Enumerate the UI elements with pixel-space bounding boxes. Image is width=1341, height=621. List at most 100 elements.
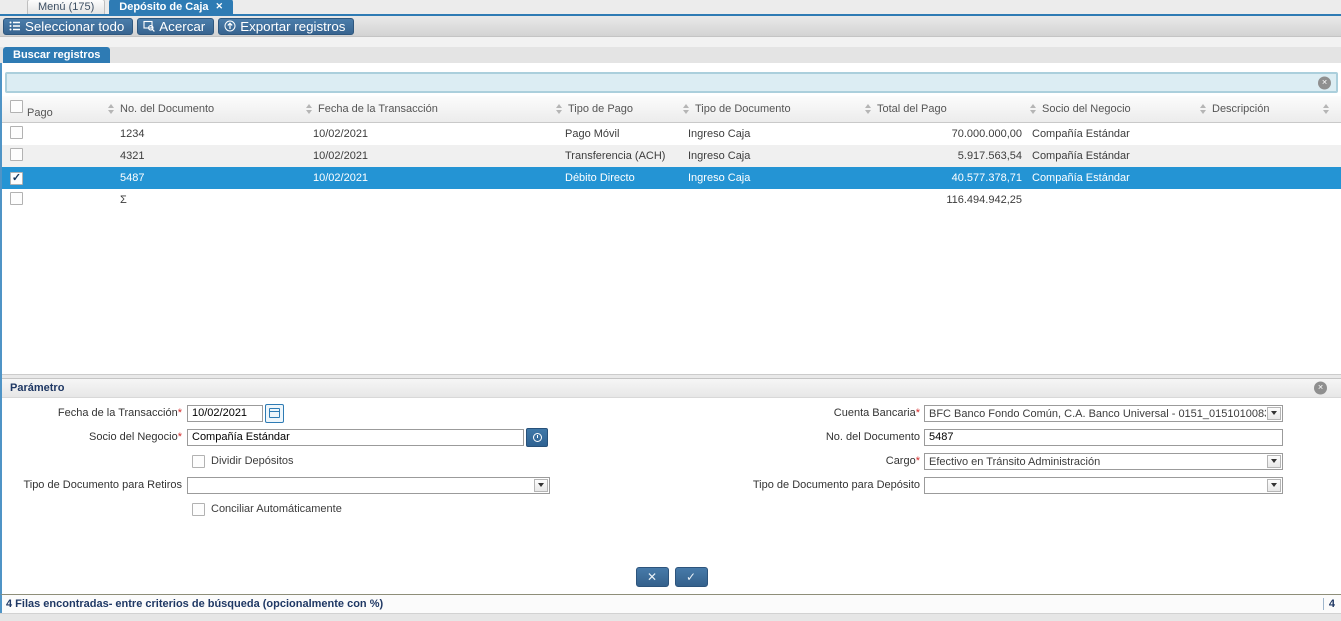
tipo-doc-deposito-value: [925, 478, 1266, 493]
checkmark-icon: ✓: [12, 173, 21, 184]
cell-tipo-documento: Ingreso Caja: [680, 128, 862, 140]
collapse-panel-icon[interactable]: ✕: [1314, 382, 1327, 395]
search-input[interactable]: [7, 74, 1336, 91]
cell-total: 70.000.000,00: [862, 128, 1027, 140]
conciliar-automaticamente-checkbox[interactable]: [192, 503, 205, 516]
export-up-arrow-icon: [224, 20, 236, 32]
cell-fecha: 10/02/2021: [303, 172, 553, 184]
tab-deposito-label: Depósito de Caja: [119, 1, 208, 13]
column-label-socio: Socio del Negocio: [1042, 103, 1131, 115]
column-label-total: Total del Pago: [877, 103, 947, 115]
buscar-registros-label: Buscar registros: [13, 49, 100, 61]
dividir-depositos-checkbox[interactable]: [192, 455, 205, 468]
zoom-button[interactable]: Acercar: [137, 18, 214, 35]
row-checkbox[interactable]: [10, 192, 23, 205]
column-header-socio[interactable]: Socio del Negocio: [1027, 96, 1197, 122]
column-header-tipo-documento[interactable]: Tipo de Documento: [680, 96, 862, 122]
table-row-selected[interactable]: ✓ 5487 10/02/2021 Débito Directo Ingreso…: [2, 167, 1341, 189]
toolbar-gap: [0, 37, 1341, 47]
required-marker: *: [178, 407, 182, 419]
tipo-doc-deposito-select[interactable]: [924, 477, 1283, 494]
magnifier-icon: [143, 20, 155, 32]
cell-fecha: 10/02/2021: [303, 150, 553, 162]
export-records-button[interactable]: Exportar registros: [218, 18, 354, 35]
status-bar: 4 Filas encontradas- entre criterios de …: [0, 594, 1341, 613]
cell-tipo-pago: Pago Móvil: [553, 128, 680, 140]
toolbar: Seleccionar todo Acercar Exportar regist…: [0, 16, 1341, 37]
clear-search-icon[interactable]: ✕: [1318, 76, 1331, 89]
sort-icon[interactable]: [556, 104, 562, 114]
cell-socio: Compañía Estándar: [1027, 150, 1197, 162]
sort-icon[interactable]: [1323, 104, 1329, 114]
column-header-fecha[interactable]: Fecha de la Transacción: [303, 96, 553, 122]
cuenta-bancaria-label: Cuenta Bancaria*: [550, 407, 924, 419]
column-header-extra[interactable]: [1320, 96, 1341, 122]
select-all-checkbox[interactable]: [10, 100, 23, 113]
tab-menu[interactable]: Menú (175): [27, 0, 105, 14]
row-select-cell: [2, 126, 105, 142]
column-header-descripcion[interactable]: Descripción: [1197, 96, 1320, 122]
row-checkbox[interactable]: [10, 126, 23, 139]
sort-icon[interactable]: [1200, 104, 1206, 114]
select-all-label: Seleccionar todo: [25, 19, 124, 34]
table-row[interactable]: 4321 10/02/2021 Transferencia (ACH) Ingr…: [2, 145, 1341, 167]
tipo-doc-retiros-label: Tipo de Documento para Retiros: [2, 479, 187, 491]
column-label-tipo-documento: Tipo de Documento: [695, 103, 791, 115]
app-window: Menú (175) Depósito de Caja ✕ Selecciona…: [0, 0, 1341, 621]
business-partner-search-button[interactable]: [526, 428, 548, 447]
tipo-doc-retiros-select[interactable]: [187, 477, 550, 494]
select-all-button[interactable]: Seleccionar todo: [3, 18, 133, 35]
dividir-depositos-label: Dividir Depósitos: [211, 455, 294, 467]
calendar-button[interactable]: [265, 404, 284, 423]
grid-empty-space: [2, 211, 1341, 374]
cell-tipo-pago: Débito Directo: [553, 172, 680, 184]
business-partner-icon: [533, 433, 542, 442]
sort-icon[interactable]: [865, 104, 871, 114]
column-header-tipo-pago[interactable]: Tipo de Pago: [553, 96, 680, 122]
tab-buscar-registros[interactable]: Buscar registros: [3, 47, 110, 63]
tab-menu-label: Menú (175): [38, 1, 94, 13]
calendar-icon: [269, 408, 280, 418]
column-label-pago: Pago: [27, 107, 53, 119]
form-row: Fecha de la Transacción* Cuenta Bancaria…: [2, 401, 1341, 425]
cell-socio: Compañía Estándar: [1027, 172, 1197, 184]
close-tab-icon[interactable]: ✕: [216, 2, 224, 11]
cell-fecha: 10/02/2021: [303, 128, 553, 140]
sort-icon[interactable]: [108, 104, 114, 114]
cargo-value: Efectivo en Tránsito Administración: [925, 454, 1266, 469]
cuenta-bancaria-select[interactable]: BFC Banco Fondo Común, C.A. Banco Univer…: [924, 405, 1283, 422]
action-buttons-row: ✕ ✓: [2, 567, 1341, 587]
sort-icon[interactable]: [1030, 104, 1036, 114]
cancel-button[interactable]: ✕: [636, 567, 669, 587]
column-header-total[interactable]: Total del Pago: [862, 96, 1027, 122]
table-row[interactable]: 1234 10/02/2021 Pago Móvil Ingreso Caja …: [2, 123, 1341, 145]
socio-negocio-input[interactable]: [187, 429, 524, 446]
dropdown-button[interactable]: [1267, 455, 1281, 468]
fecha-transaccion-input[interactable]: [187, 405, 263, 422]
zoom-label: Acercar: [159, 19, 205, 34]
column-header-pago[interactable]: Pago: [2, 96, 105, 122]
content-area: ✕ Pago No. del Documento Fecha de la Tra…: [0, 63, 1341, 594]
row-checkbox-checked[interactable]: ✓: [10, 172, 23, 185]
row-count: 4: [1329, 598, 1335, 610]
dropdown-button[interactable]: [1267, 407, 1281, 420]
table-sum-row[interactable]: Σ 116.494.942,25: [2, 189, 1341, 211]
required-marker: *: [916, 455, 920, 467]
conciliar-automaticamente-label: Conciliar Automáticamente: [211, 503, 342, 515]
cargo-select[interactable]: Efectivo en Tránsito Administración: [924, 453, 1283, 470]
cell-documento: 1234: [105, 128, 303, 140]
form-row: Dividir Depósitos Cargo* Efectivo en Trá…: [2, 449, 1341, 473]
tab-deposito-de-caja[interactable]: Depósito de Caja ✕: [109, 0, 233, 14]
dropdown-button[interactable]: [1267, 479, 1281, 492]
cell-total: 5.917.563,54: [862, 150, 1027, 162]
column-label-fecha: Fecha de la Transacción: [318, 103, 438, 115]
sort-icon[interactable]: [306, 104, 312, 114]
no-documento-input[interactable]: [924, 429, 1283, 446]
column-label-documento: No. del Documento: [120, 103, 214, 115]
row-checkbox[interactable]: [10, 148, 23, 161]
dropdown-button[interactable]: [534, 479, 548, 492]
form-row: Socio del Negocio* No. del Documento: [2, 425, 1341, 449]
column-header-documento[interactable]: No. del Documento: [105, 96, 303, 122]
confirm-button[interactable]: ✓: [675, 567, 708, 587]
sort-icon[interactable]: [683, 104, 689, 114]
